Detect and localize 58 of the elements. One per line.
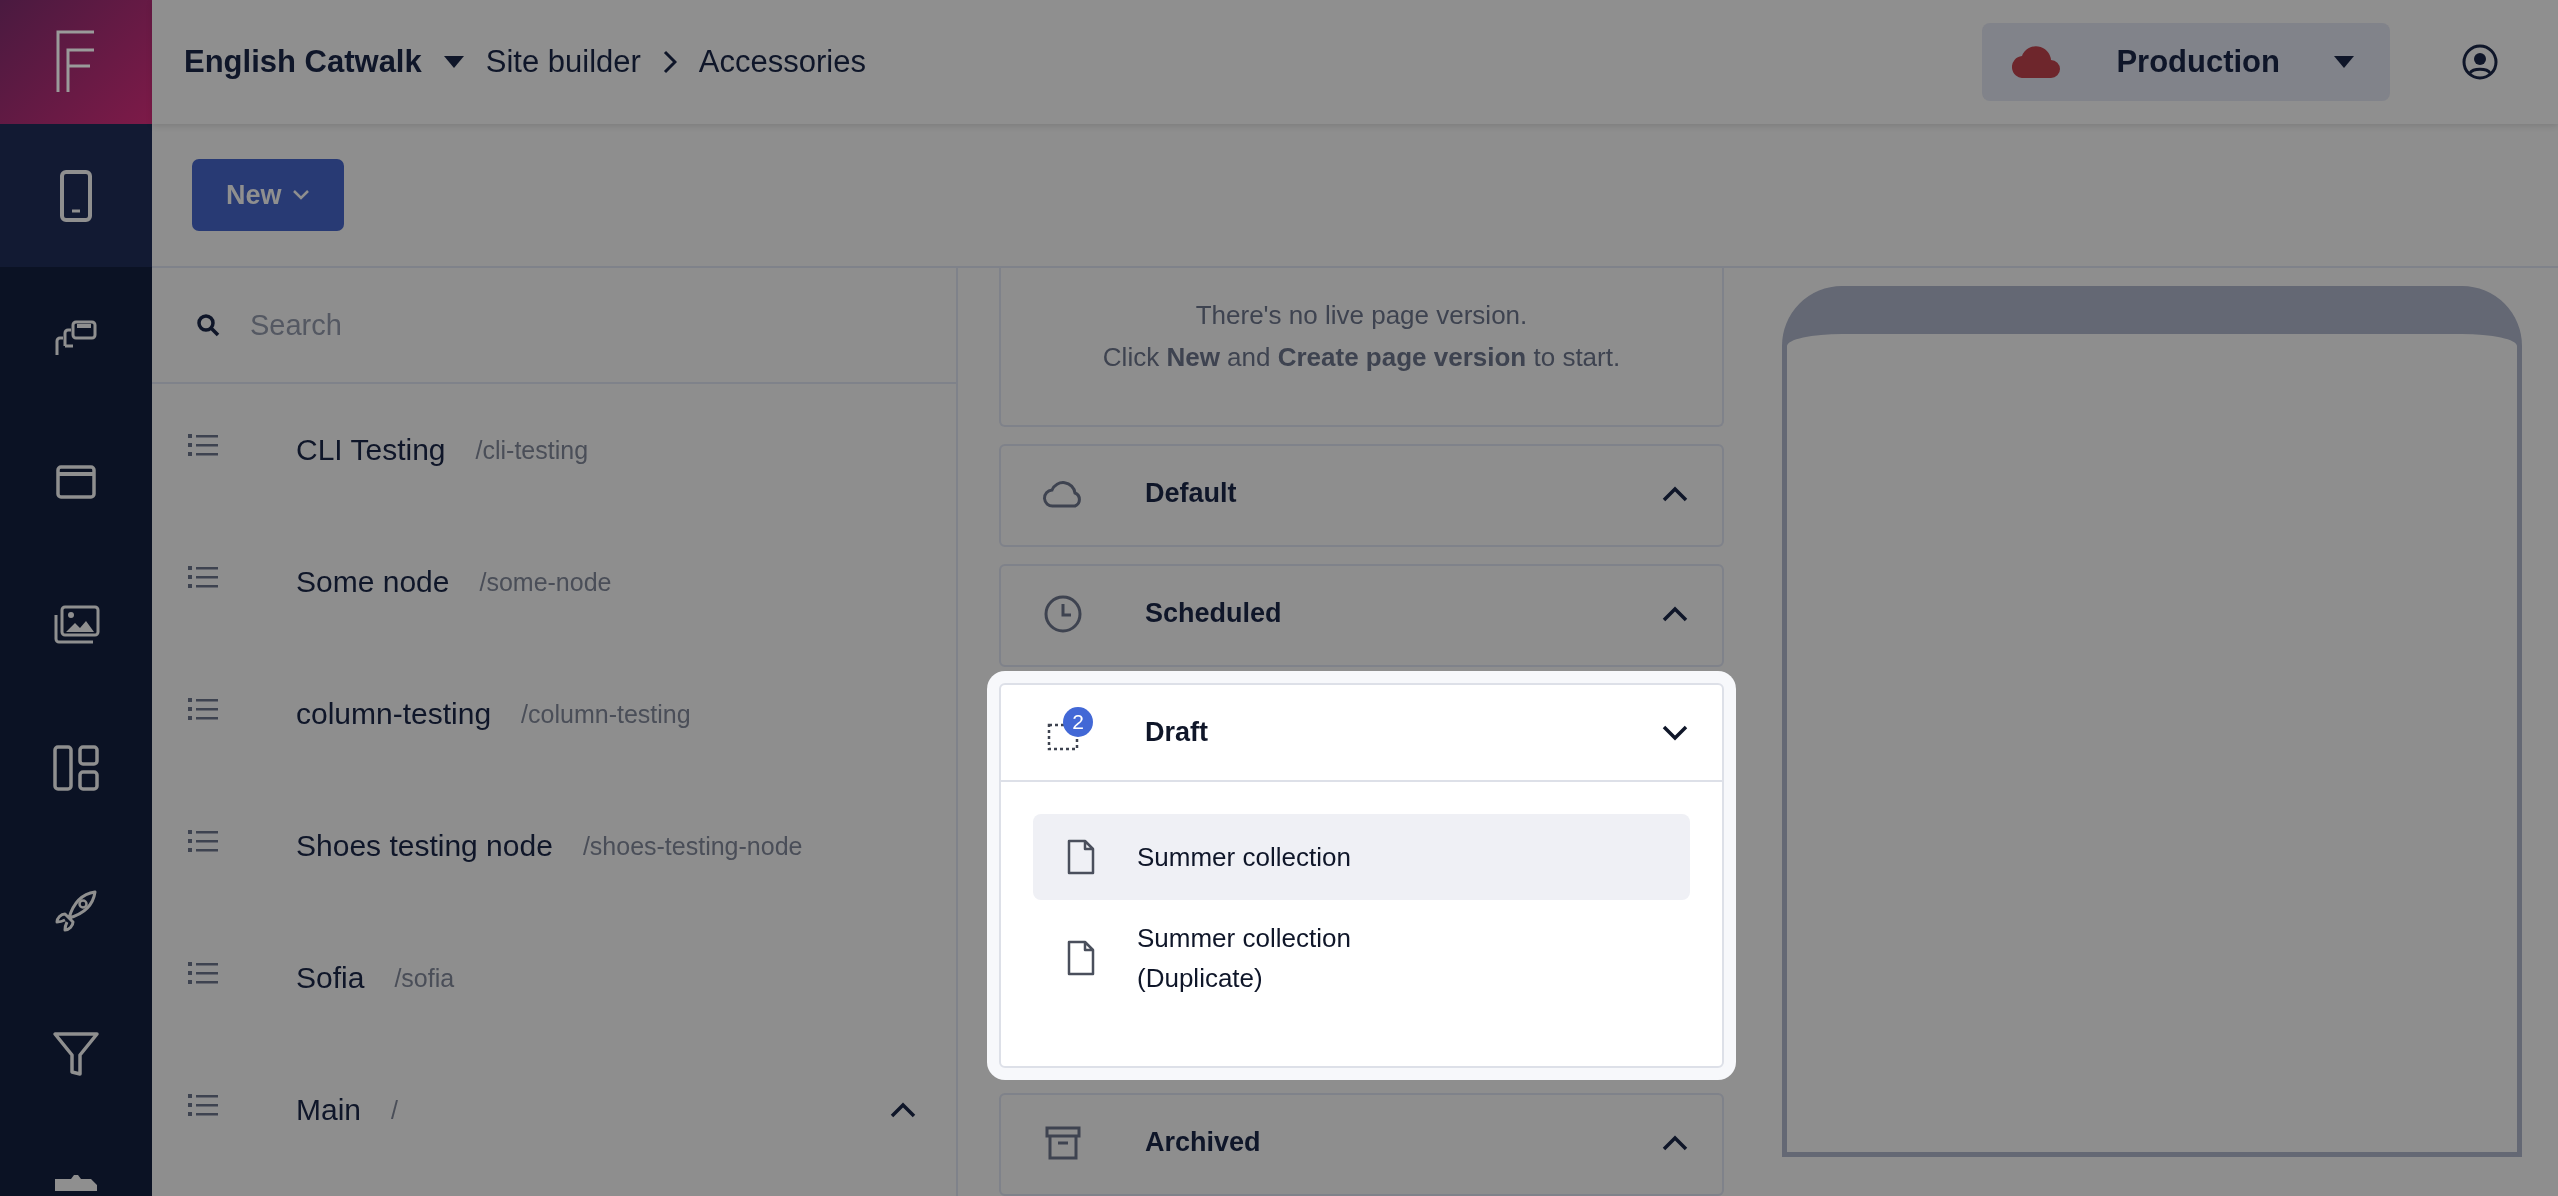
- environment-selector[interactable]: Production: [1982, 23, 2390, 101]
- section-header[interactable]: 2 Draft: [1001, 685, 1722, 782]
- tree-node[interactable]: Shoes testing node /shoes-testing-node: [152, 780, 956, 912]
- dropdown-caret-icon[interactable]: [443, 56, 464, 68]
- count-badge: 2: [1063, 706, 1093, 737]
- list-icon: [188, 829, 220, 853]
- page-version-item[interactable]: Summer collection (Duplicate): [1033, 914, 1690, 1002]
- document-icon: [1067, 940, 1095, 976]
- tree-node[interactable]: column-testing /column-testing: [152, 648, 956, 780]
- logo-tile[interactable]: [0, 0, 152, 124]
- breadcrumb-link[interactable]: Accessories: [698, 44, 866, 80]
- rocket-icon: [55, 889, 97, 932]
- nav-item[interactable]: [0, 124, 152, 267]
- mobile-icon: [59, 168, 93, 223]
- new-button[interactable]: New: [192, 159, 344, 231]
- node-name: Sofia: [296, 961, 365, 995]
- logo-icon: [56, 30, 96, 94]
- node-path: /some-node: [479, 567, 612, 597]
- chevron-up-icon[interactable]: [890, 1102, 916, 1118]
- list-icon: [188, 697, 220, 721]
- node-name: column-testing: [296, 697, 492, 731]
- node-path: /column-testing: [521, 699, 691, 729]
- node-path: /cli-testing: [475, 435, 589, 465]
- site-selector[interactable]: English Catwalk: [184, 44, 422, 80]
- node-name: Shoes testing node: [296, 829, 553, 863]
- empty-state-text: There's no live page version.: [1194, 299, 1529, 332]
- filter-icon: [52, 1029, 100, 1078]
- list-icon: [188, 961, 220, 985]
- node-name: CLI Testing: [296, 433, 446, 467]
- breadcrumb-chevron-icon: [662, 50, 677, 74]
- list-icon: [188, 565, 220, 589]
- section-header[interactable]: Scheduled: [1001, 566, 1722, 661]
- window-icon: [56, 464, 96, 499]
- node-path: /sofia: [394, 963, 455, 993]
- page-version-item[interactable]: Summer collection: [1033, 814, 1690, 900]
- search-field[interactable]: Search: [248, 307, 752, 343]
- chevron-down-icon: [291, 189, 310, 201]
- tree-node[interactable]: CLI Testing /cli-testing: [152, 384, 956, 516]
- node-path: /shoes-testing-node: [582, 831, 803, 861]
- breadcrumb-link[interactable]: Site builder: [485, 44, 641, 80]
- empty-state-text: Click New and Create page version to start.: [1101, 341, 1622, 374]
- node-name: Some node: [296, 565, 450, 599]
- image-gallery-icon: [52, 604, 100, 645]
- tree-node[interactable]: Some node /some-node: [152, 516, 956, 648]
- tree-node[interactable]: Main /: [152, 1044, 956, 1176]
- stacked-windows-icon: [55, 319, 97, 358]
- section-header[interactable]: Default: [1001, 446, 1722, 541]
- section-header[interactable]: Archived: [1001, 1095, 1722, 1190]
- list-icon: [188, 433, 220, 457]
- layout-icon: [53, 744, 99, 791]
- dropdown-caret-icon: [2334, 56, 2354, 68]
- node-name: Main: [296, 1093, 362, 1127]
- list-icon: [188, 1093, 220, 1117]
- user-avatar-icon[interactable]: [2462, 44, 2498, 80]
- tree-node[interactable]: Sofia /sofia: [152, 912, 956, 1044]
- document-icon: [1067, 839, 1095, 875]
- search-icon: [196, 313, 220, 337]
- node-path: /: [391, 1095, 398, 1125]
